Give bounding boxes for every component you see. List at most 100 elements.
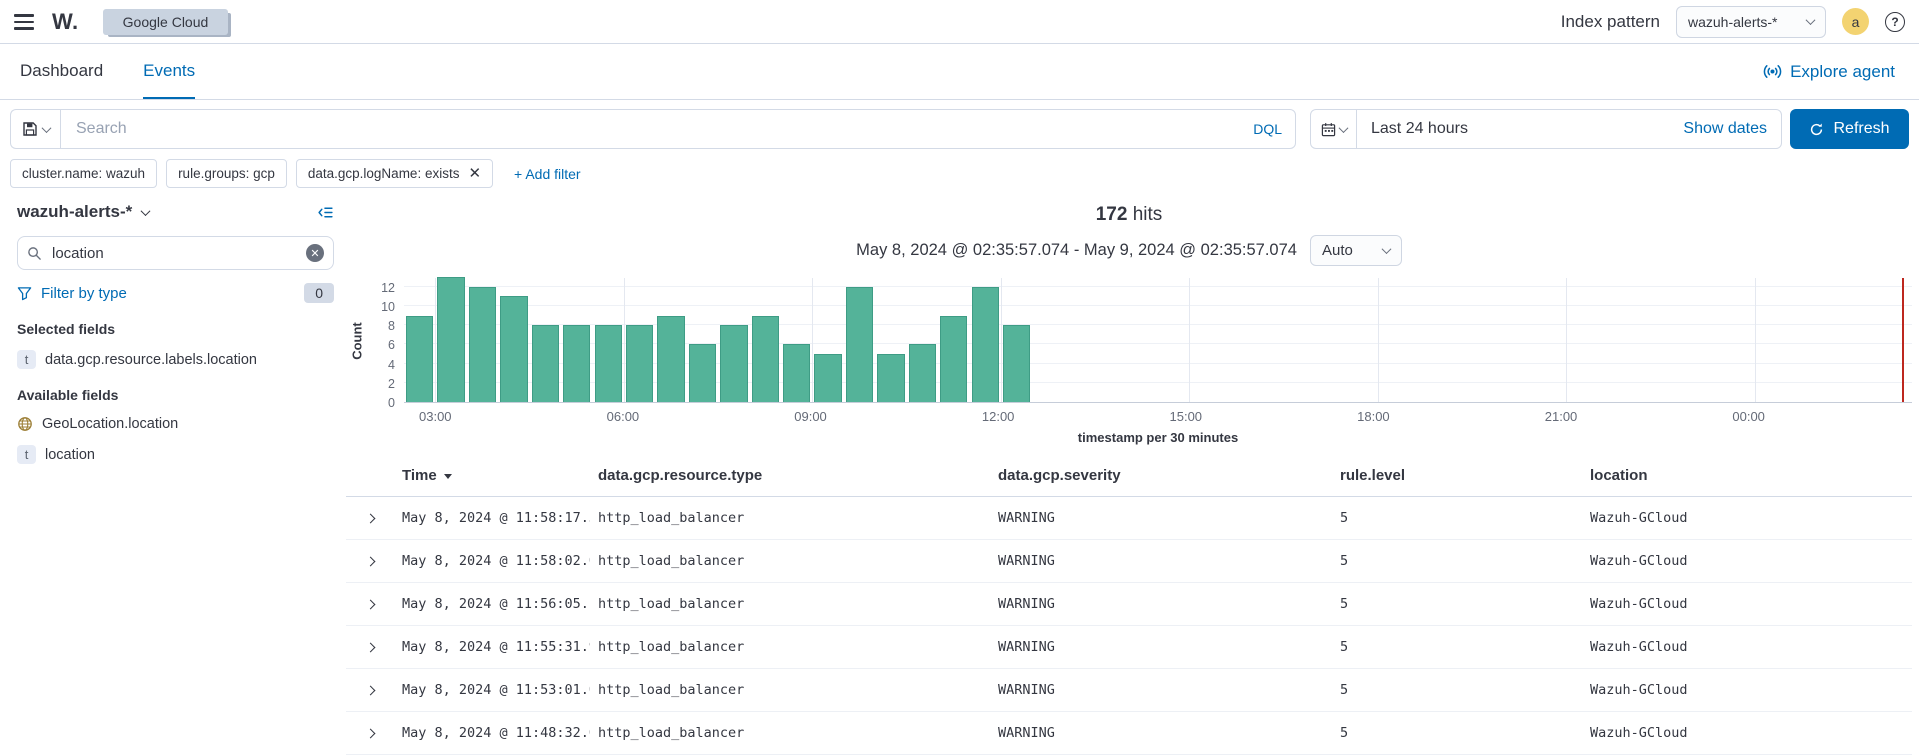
- histogram-bar[interactable]: [406, 316, 433, 403]
- expand-row-icon[interactable]: [366, 557, 376, 567]
- histogram-bar[interactable]: [814, 354, 841, 402]
- histogram-bar[interactable]: [595, 325, 622, 402]
- histogram-bar[interactable]: [940, 316, 967, 403]
- histogram-bar[interactable]: [469, 287, 496, 402]
- y-tick-label: 4: [388, 358, 395, 372]
- cell-severity: WARNING: [990, 712, 1332, 755]
- save-query-button[interactable]: [10, 109, 60, 149]
- chevron-down-icon: [41, 123, 51, 133]
- time-range-value[interactable]: Last 24 hours: [1357, 120, 1669, 138]
- column-header-rule-level[interactable]: rule.level: [1332, 461, 1582, 497]
- histogram-bar[interactable]: [657, 316, 684, 403]
- cell-level: 5: [1332, 497, 1582, 540]
- chevron-down-icon: [1338, 123, 1348, 133]
- search-bar: DQL: [60, 109, 1296, 149]
- histogram-bar[interactable]: [563, 325, 590, 402]
- cell-resource_type: http_load_balancer: [590, 712, 990, 755]
- histogram-bar[interactable]: [909, 344, 936, 402]
- chevron-down-icon: [1806, 15, 1816, 25]
- histogram-bar[interactable]: [752, 316, 779, 403]
- field-item[interactable]: GeoLocation.location: [17, 416, 334, 432]
- current-time-marker: [1902, 278, 1904, 402]
- histogram-bar[interactable]: [720, 325, 747, 402]
- expand-row-icon[interactable]: [366, 514, 376, 524]
- histogram-bar[interactable]: [626, 325, 653, 402]
- calendar-icon: [1321, 122, 1336, 137]
- histogram-bar[interactable]: [689, 344, 716, 402]
- column-header-data-gcp-resource-type[interactable]: data.gcp.resource.type: [590, 461, 990, 497]
- collapse-sidebar-button[interactable]: [317, 204, 334, 221]
- x-tick-label: 12:00: [982, 409, 1015, 424]
- filter-pill[interactable]: data.gcp.logName: exists✕: [296, 159, 493, 188]
- histogram-bar[interactable]: [532, 325, 559, 402]
- add-filter-button[interactable]: + Add filter: [514, 166, 581, 182]
- x-axis-labels: 03:0006:0009:0012:0015:0018:0021:0000:00: [404, 403, 1905, 424]
- histogram-bar[interactable]: [500, 296, 527, 402]
- histogram-bar[interactable]: [437, 277, 464, 402]
- help-icon[interactable]: ?: [1885, 12, 1905, 32]
- expand-row-icon[interactable]: [366, 643, 376, 653]
- column-header-location[interactable]: location: [1582, 461, 1912, 497]
- histogram-bar[interactable]: [1003, 325, 1030, 402]
- available-fields-heading: Available fields: [17, 387, 334, 403]
- histogram-plot[interactable]: [404, 278, 1912, 403]
- hits-summary: 172 hits: [346, 204, 1912, 226]
- sort-caret-icon[interactable]: [444, 474, 452, 479]
- refresh-button[interactable]: Refresh: [1790, 109, 1909, 149]
- chevron-down-icon: [1381, 244, 1391, 254]
- show-dates-button[interactable]: Show dates: [1669, 120, 1781, 138]
- table-row: May 8, 2024 @ 11:58:02.073http_load_bala…: [346, 540, 1912, 583]
- cell-severity: WARNING: [990, 540, 1332, 583]
- filter-pill[interactable]: cluster.name: wazuh: [10, 159, 157, 188]
- explore-agent-link[interactable]: Explore agent: [1763, 44, 1899, 99]
- time-range-display: May 8, 2024 @ 02:35:57.074 - May 9, 2024…: [856, 241, 1297, 260]
- search-input[interactable]: [74, 119, 1243, 139]
- tab-events[interactable]: Events: [143, 44, 195, 99]
- menu-icon[interactable]: [14, 14, 36, 30]
- v-gridline: [1001, 278, 1002, 402]
- wazuh-logo[interactable]: W.: [52, 9, 79, 35]
- cell-level: 5: [1332, 626, 1582, 669]
- histogram-bar[interactable]: [783, 344, 810, 402]
- remove-filter-icon[interactable]: ✕: [468, 169, 481, 179]
- interval-select[interactable]: Auto: [1310, 235, 1402, 266]
- v-gridline: [1566, 278, 1567, 402]
- cell-time: May 8, 2024 @ 11:48:32.614: [394, 712, 590, 755]
- search-icon: [27, 246, 42, 261]
- filter-by-type-label: Filter by type: [41, 285, 127, 302]
- column-header-data-gcp-severity[interactable]: data.gcp.severity: [990, 461, 1332, 497]
- expand-row-icon[interactable]: [366, 729, 376, 739]
- histogram-bar[interactable]: [972, 287, 999, 402]
- expand-row-icon[interactable]: [366, 686, 376, 696]
- field-name: GeoLocation.location: [42, 416, 178, 432]
- field-item[interactable]: tlocation: [17, 445, 334, 464]
- field-item[interactable]: tdata.gcp.resource.labels.location: [17, 350, 334, 369]
- results-table: Time data.gcp.resource.type data.gcp.sever…: [346, 461, 1912, 755]
- cell-resource_type: http_load_balancer: [590, 540, 990, 583]
- calendar-button[interactable]: [1311, 110, 1357, 148]
- sidebar-index-pattern[interactable]: wazuh-alerts-*: [17, 202, 149, 222]
- histogram-chart: Count 024681012: [346, 278, 1912, 403]
- field-search-input[interactable]: [50, 244, 298, 263]
- column-header-label: data.gcp.resource.type: [598, 467, 762, 484]
- expand-row-icon[interactable]: [366, 600, 376, 610]
- top-bar: W. Google Cloud Index pattern wazuh-aler…: [0, 0, 1919, 44]
- index-pattern-select[interactable]: wazuh-alerts-*: [1676, 6, 1826, 38]
- tab-dashboard[interactable]: Dashboard: [20, 44, 103, 99]
- clear-search-icon[interactable]: ✕: [306, 244, 324, 262]
- filter-pill[interactable]: rule.groups: gcp: [166, 159, 287, 188]
- cell-level: 5: [1332, 712, 1582, 755]
- histogram-bar[interactable]: [877, 354, 904, 402]
- discover-content: 172 hits May 8, 2024 @ 02:35:57.074 - Ma…: [346, 202, 1919, 755]
- histogram-bar[interactable]: [846, 287, 873, 402]
- query-language-button[interactable]: DQL: [1243, 121, 1282, 137]
- hits-count: 172: [1096, 204, 1128, 225]
- cell-level: 5: [1332, 583, 1582, 626]
- hits-label: hits: [1133, 204, 1163, 225]
- column-header-time[interactable]: Time: [394, 461, 590, 497]
- interval-value: Auto: [1322, 242, 1353, 259]
- cell-time: May 8, 2024 @ 11:55:31.908: [394, 626, 590, 669]
- filter-by-type[interactable]: Filter by type 0: [17, 283, 334, 303]
- avatar[interactable]: a: [1842, 8, 1869, 35]
- table-row: May 8, 2024 @ 11:55:31.908http_load_bala…: [346, 626, 1912, 669]
